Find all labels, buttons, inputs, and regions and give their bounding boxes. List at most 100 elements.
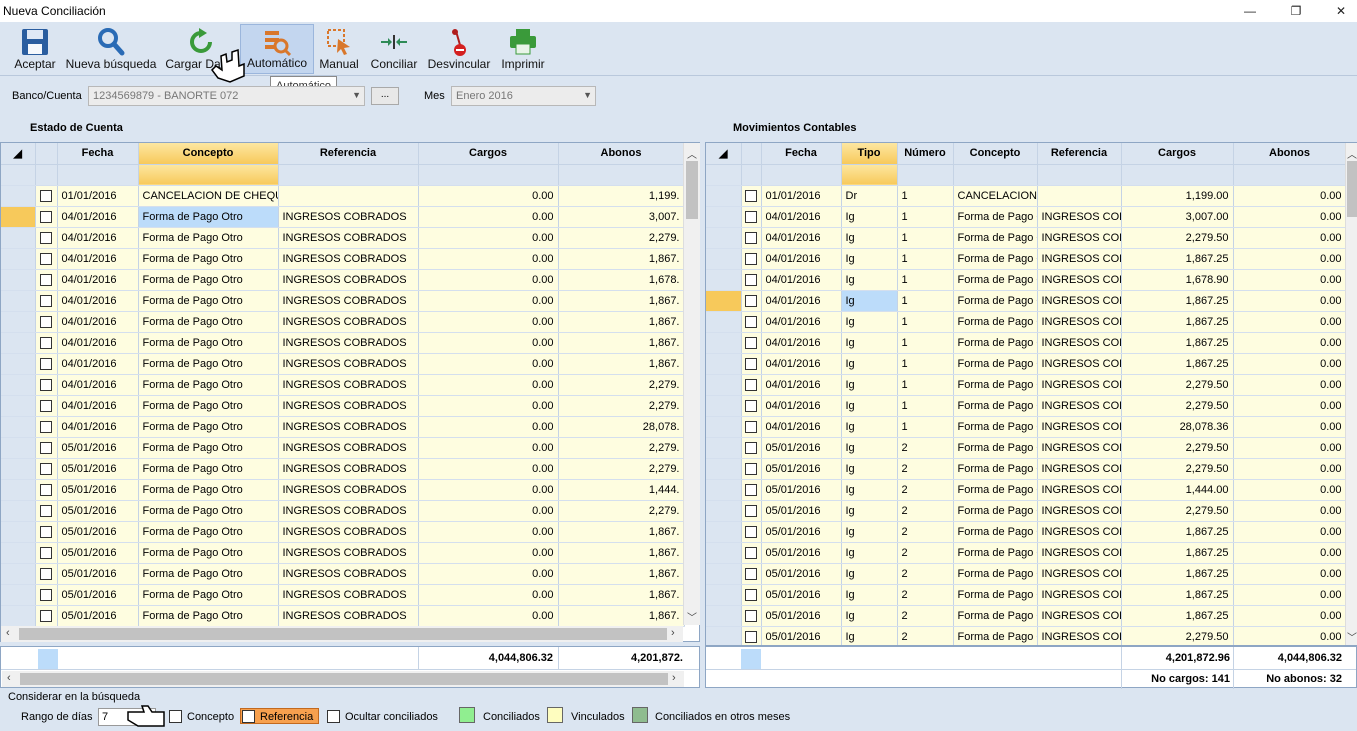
table-cell[interactable]: 0.00 bbox=[418, 542, 559, 564]
table-cell[interactable]: 0.00 bbox=[1233, 626, 1347, 645]
column-header[interactable]: Fecha bbox=[57, 143, 139, 165]
row-checkbox-cell[interactable] bbox=[741, 584, 762, 606]
row-checkbox[interactable] bbox=[40, 399, 52, 412]
table-cell[interactable]: Forma de Pago Otro bbox=[138, 605, 279, 627]
table-cell[interactable]: 2 bbox=[897, 500, 954, 522]
table-cell[interactable]: Forma de Pago Otro bbox=[138, 437, 279, 459]
table-cell[interactable]: INGRESOS COB bbox=[1037, 248, 1122, 270]
table-cell[interactable]: INGRESOS COBRADOS bbox=[278, 248, 419, 270]
table-cell[interactable]: Forma de Pago O bbox=[953, 227, 1038, 249]
table-cell[interactable]: Forma de Pago O bbox=[953, 458, 1038, 480]
filter-cell[interactable] bbox=[841, 164, 898, 186]
row-checkbox-cell[interactable] bbox=[741, 458, 762, 480]
table-cell[interactable]: Forma de Pago Otro bbox=[138, 248, 279, 270]
table-cell[interactable]: 0.00 bbox=[1233, 269, 1347, 291]
table-cell[interactable]: INGRESOS COB bbox=[1037, 332, 1122, 354]
browse-button[interactable]: ... bbox=[371, 87, 399, 105]
filter-cell[interactable] bbox=[741, 164, 762, 186]
row-checkbox-cell[interactable] bbox=[35, 521, 58, 543]
row-header[interactable] bbox=[1, 458, 36, 480]
table-cell[interactable]: 05/01/2016 bbox=[57, 521, 139, 543]
row-checkbox[interactable] bbox=[745, 357, 757, 370]
table-cell[interactable]: INGRESOS COBRADOS bbox=[278, 353, 419, 375]
row-header[interactable] bbox=[706, 479, 742, 501]
table-cell[interactable]: 28,078.36 bbox=[1121, 416, 1234, 438]
row-checkbox-cell[interactable] bbox=[741, 395, 762, 417]
table-cell[interactable]: 1 bbox=[897, 290, 954, 312]
table-cell[interactable]: 1 bbox=[897, 374, 954, 396]
table-cell[interactable]: Forma de Pago Otro bbox=[138, 311, 279, 333]
table-cell[interactable]: 2 bbox=[897, 437, 954, 459]
table-cell[interactable]: 1,867. bbox=[558, 248, 685, 270]
table-cell[interactable]: INGRESOS COBRADOS bbox=[278, 584, 419, 606]
table-cell[interactable]: Ig bbox=[841, 605, 898, 627]
row-checkbox[interactable] bbox=[40, 420, 52, 433]
table-cell[interactable]: 1,867.25 bbox=[1121, 584, 1234, 606]
table-cell[interactable]: 1,867.25 bbox=[1121, 311, 1234, 333]
table-cell[interactable]: 1 bbox=[897, 332, 954, 354]
table-cell[interactable]: 0.00 bbox=[1233, 584, 1347, 606]
table-cell[interactable]: Forma de Pago Otro bbox=[138, 542, 279, 564]
table-row[interactable]: 05/01/2016 Ig 2 Forma de Pago O INGRESOS COB… bbox=[706, 479, 1347, 501]
row-checkbox-cell[interactable] bbox=[741, 290, 762, 312]
row-header[interactable] bbox=[706, 227, 742, 249]
table-cell[interactable]: 01/01/2016 bbox=[761, 185, 842, 207]
table-row[interactable]: 04/01/2016 Ig 1 Forma de Pago O INGRESOS COB… bbox=[706, 248, 1347, 270]
table-cell[interactable]: 2,279. bbox=[558, 458, 685, 480]
table-cell[interactable]: 2 bbox=[897, 626, 954, 645]
table-cell[interactable]: 2 bbox=[897, 563, 954, 585]
scroll-thumb[interactable] bbox=[1347, 161, 1357, 217]
table-cell[interactable]: Ig bbox=[841, 374, 898, 396]
table-cell[interactable]: 04/01/2016 bbox=[761, 227, 842, 249]
filter-cell[interactable] bbox=[57, 164, 139, 186]
row-checkbox-cell[interactable] bbox=[741, 521, 762, 543]
column-header[interactable]: Referencia bbox=[1037, 143, 1122, 165]
table-cell[interactable]: 0.00 bbox=[418, 332, 559, 354]
table-row[interactable]: 05/01/2016 Ig 2 Forma de Pago O INGRESOS COB… bbox=[706, 563, 1347, 585]
table-cell[interactable]: INGRESOS COBRADOS bbox=[278, 269, 419, 291]
table-cell[interactable]: INGRESOS COB bbox=[1037, 521, 1122, 543]
row-checkbox-cell[interactable] bbox=[741, 374, 762, 396]
manual-button[interactable]: Manual bbox=[317, 24, 361, 74]
table-cell[interactable]: Forma de Pago O bbox=[953, 500, 1038, 522]
table-cell[interactable]: Ig bbox=[841, 227, 898, 249]
table-row[interactable]: 04/01/2016 Forma de Pago Otro INGRESOS COB… bbox=[1, 416, 685, 438]
table-cell[interactable]: 1 bbox=[897, 353, 954, 375]
table-cell[interactable]: 1,678.90 bbox=[1121, 269, 1234, 291]
table-cell[interactable]: 1,867.25 bbox=[1121, 248, 1234, 270]
table-row[interactable]: 05/01/2016 Forma de Pago Otro INGRESOS COB… bbox=[1, 563, 685, 585]
table-cell[interactable]: 1,867. bbox=[558, 605, 685, 627]
table-cell[interactable]: Forma de Pago Otro bbox=[138, 206, 279, 228]
row-header[interactable] bbox=[1, 374, 36, 396]
table-cell[interactable]: 0.00 bbox=[418, 248, 559, 270]
row-checkbox[interactable] bbox=[40, 546, 52, 559]
table-cell[interactable]: Forma de Pago Otro bbox=[138, 584, 279, 606]
table-cell[interactable]: 01/01/2016 bbox=[57, 185, 139, 207]
table-cell[interactable]: Forma de Pago O bbox=[953, 521, 1038, 543]
table-cell[interactable]: 1 bbox=[897, 227, 954, 249]
filter-cell[interactable] bbox=[1037, 164, 1122, 186]
table-cell[interactable]: 04/01/2016 bbox=[57, 395, 139, 417]
column-header[interactable]: Número bbox=[897, 143, 954, 165]
table-cell[interactable]: 1 bbox=[897, 395, 954, 417]
table-cell[interactable]: Forma de Pago Otro bbox=[138, 521, 279, 543]
table-cell[interactable]: INGRESOS COB bbox=[1037, 626, 1122, 645]
table-row[interactable]: 05/01/2016 Forma de Pago Otro INGRESOS COB… bbox=[1, 584, 685, 606]
table-cell[interactable]: 0.00 bbox=[1233, 185, 1347, 207]
column-header[interactable]: Referencia bbox=[278, 143, 419, 165]
table-cell[interactable]: INGRESOS COBRADOS bbox=[278, 416, 419, 438]
bank-account-combo[interactable]: 1234569879 - BANORTE 072 ▼ bbox=[88, 86, 365, 106]
table-cell[interactable]: 0.00 bbox=[418, 206, 559, 228]
table-cell[interactable]: INGRESOS COBRADOS bbox=[278, 437, 419, 459]
table-cell[interactable]: 0.00 bbox=[418, 416, 559, 438]
row-checkbox-cell[interactable] bbox=[35, 500, 58, 522]
row-checkbox-cell[interactable] bbox=[741, 605, 762, 627]
row-header[interactable] bbox=[706, 185, 742, 207]
table-cell[interactable]: INGRESOS COBRADOS bbox=[278, 521, 419, 543]
table-cell[interactable]: 04/01/2016 bbox=[57, 416, 139, 438]
left-vertical-scrollbar[interactable]: ︿ ﹀ bbox=[683, 143, 700, 625]
automatico-button[interactable]: Automático bbox=[240, 24, 314, 74]
row-checkbox-cell[interactable] bbox=[35, 311, 58, 333]
table-cell[interactable]: 1,867.25 bbox=[1121, 563, 1234, 585]
table-cell[interactable]: 2 bbox=[897, 479, 954, 501]
